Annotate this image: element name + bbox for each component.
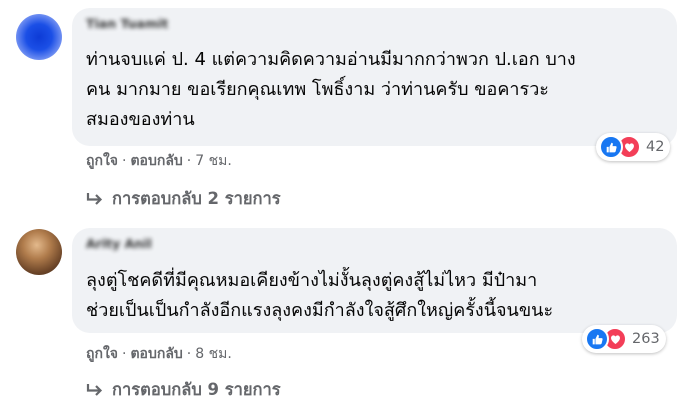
view-replies-link[interactable]: การตอบกลับ 9 รายการ bbox=[86, 377, 281, 403]
comment-author[interactable]: Arity Anil bbox=[86, 236, 152, 251]
like-button[interactable]: ถูกใจ bbox=[86, 153, 118, 169]
reply-button[interactable]: ตอบกลับ bbox=[130, 346, 182, 362]
comment-bubble: Arity Anil ลุงตู่โชคดีที่มีคุณหมอเคียงข้… bbox=[72, 228, 677, 333]
comment-text-line: ลุงตู่โชคดีที่มีคุณหมอเคียงข้างไม่งั้นลุ… bbox=[86, 270, 538, 291]
comment-text: ลุงตู่โชคดีที่มีคุณหมอเคียงข้างไม่งั้นลุ… bbox=[86, 266, 553, 326]
reaction-count: 263 bbox=[632, 331, 660, 347]
comment-text-line: คน มากมาย ขอเรียกคุณเทพ โพธิ์งาม ว่าท่าน… bbox=[86, 79, 549, 100]
comment-text-line: ท่านจบแค่ ป. 4 แต่ความคิดความอ่านมีมากกว… bbox=[86, 49, 576, 70]
comment-author[interactable]: Tian Tuamit bbox=[86, 16, 168, 31]
view-replies-link[interactable]: การตอบกลับ 2 รายการ bbox=[86, 186, 281, 212]
avatar[interactable] bbox=[16, 14, 62, 60]
view-replies-label: การตอบกลับ 9 รายการ bbox=[112, 380, 281, 399]
avatar[interactable] bbox=[16, 229, 62, 275]
reply-arrow-icon bbox=[86, 192, 104, 206]
reply-arrow-icon bbox=[86, 383, 104, 397]
comment-text-line: สมองของท่าน bbox=[86, 109, 195, 130]
reaction-summary[interactable]: 263 bbox=[582, 325, 666, 353]
comment-text-line: ช่วยเป็นเป็นกำลังอีกแรงลุงคงมีกำลังใจสู้… bbox=[86, 300, 554, 321]
like-icon bbox=[599, 135, 623, 159]
view-replies-label: การตอบกลับ 2 รายการ bbox=[112, 189, 281, 208]
timestamp[interactable]: 8 ชม. bbox=[195, 346, 232, 362]
comment-text: ท่านจบแค่ ป. 4 แต่ความคิดความอ่านมีมากกว… bbox=[86, 45, 576, 135]
reply-button[interactable]: ตอบกลับ bbox=[130, 153, 182, 169]
comment-bubble: Tian Tuamit ท่านจบแค่ ป. 4 แต่ความคิดควา… bbox=[72, 8, 677, 146]
comment-actions: ถูกใจ · ตอบกลับ · 8 ชม. bbox=[86, 346, 232, 362]
timestamp[interactable]: 7 ชม. bbox=[195, 153, 232, 169]
reaction-count: 42 bbox=[646, 139, 665, 155]
reaction-summary[interactable]: 42 bbox=[596, 133, 671, 161]
like-button[interactable]: ถูกใจ bbox=[86, 346, 118, 362]
like-icon bbox=[585, 327, 609, 351]
comment-actions: ถูกใจ · ตอบกลับ · 7 ชม. bbox=[86, 153, 232, 169]
